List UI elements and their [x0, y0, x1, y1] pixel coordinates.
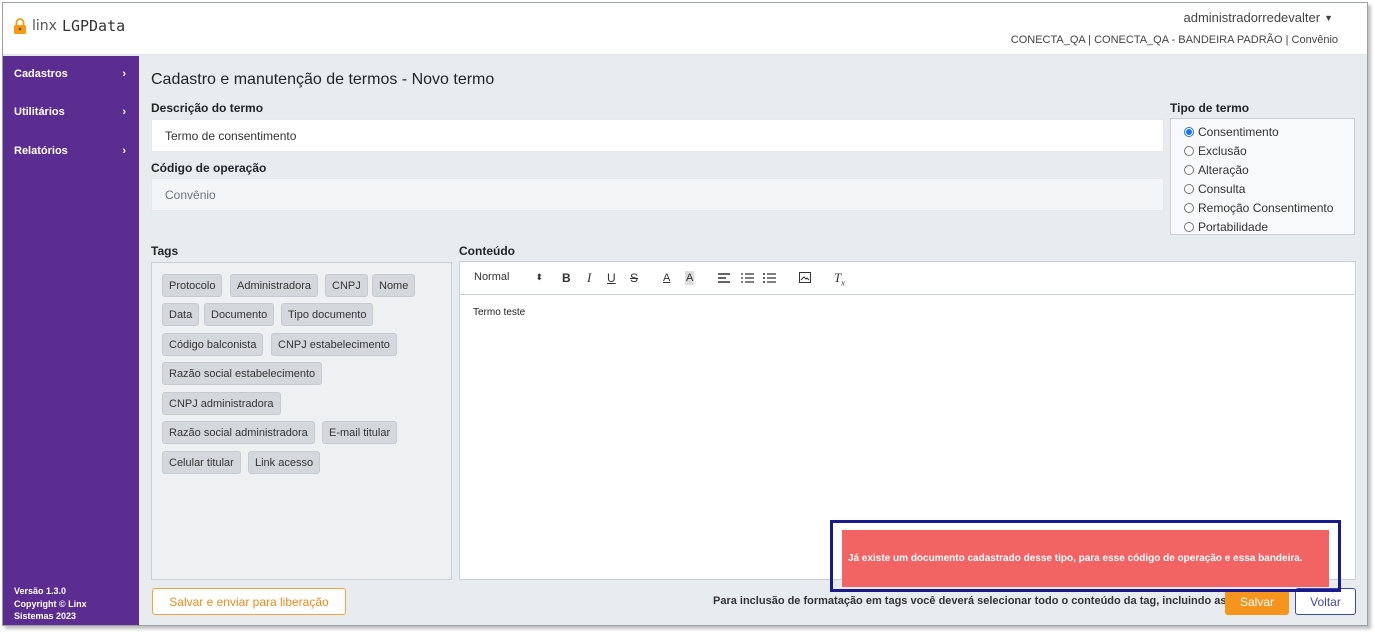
descricao-input[interactable]: Termo de consentimento	[151, 119, 1164, 152]
sidebar-item-label: Relatórios	[14, 145, 68, 157]
app-logo[interactable]: linx LGPData	[13, 17, 125, 35]
bold-icon[interactable]: B	[562, 271, 571, 285]
sidebar-item-label: Utilitários	[14, 106, 65, 118]
tag-chip[interactable]: E-mail titular	[322, 421, 398, 444]
tag-chip[interactable]: Razão social administradora	[162, 421, 315, 444]
codigo-operacao-field: Convênio	[151, 178, 1164, 211]
tag-chip[interactable]: Código balconista	[162, 333, 264, 356]
sidebar-footer: Versão 1.3.0 Copyright © Linx Sistemas 2…	[14, 585, 87, 623]
highlight-color-icon[interactable]: A	[685, 271, 695, 285]
chevron-right-icon: ›	[122, 145, 126, 157]
image-icon[interactable]	[799, 272, 811, 283]
error-toast[interactable]: Já existe um documento cadastrado desse …	[842, 530, 1329, 587]
company-year-text: Sistemas 2023	[14, 611, 77, 621]
radio-consulta[interactable]: Consulta	[1184, 179, 1354, 198]
chevron-down-icon: ▼	[1324, 12, 1333, 23]
brand-prefix: linx	[32, 18, 57, 34]
radio-portabilidade[interactable]: Portabilidade	[1184, 217, 1354, 236]
sidebar-item-label: Cadastros	[14, 68, 68, 80]
align-icon[interactable]	[718, 273, 730, 283]
text-color-icon[interactable]: A	[663, 271, 670, 285]
underline-icon[interactable]: U	[607, 271, 616, 285]
ordered-list-icon[interactable]	[741, 273, 754, 283]
save-and-send-button[interactable]: Salvar e enviar para liberação	[152, 588, 346, 615]
tag-chip[interactable]: Documento	[204, 303, 275, 326]
radio-label: Portabilidade	[1198, 219, 1269, 234]
descricao-label: Descrição do termo	[151, 101, 264, 115]
tag-chip[interactable]: Razão social estabelecimento	[162, 362, 323, 385]
tag-chip[interactable]: Link acesso	[248, 451, 321, 474]
radio-exclusao[interactable]: Exclusão	[1184, 141, 1354, 160]
sidebar: Cadastros › Utilitários › Relatórios › V…	[3, 56, 139, 625]
codigo-label: Código de operação	[151, 161, 267, 175]
radio-icon	[1184, 202, 1194, 213]
conteudo-label: Conteúdo	[459, 244, 515, 258]
bullet-list-icon[interactable]	[763, 273, 776, 283]
radio-remocao-consentimento[interactable]: Remoção Consentimento	[1184, 198, 1354, 217]
format-select-value: Normal	[474, 271, 510, 283]
radio-label: Consulta	[1198, 181, 1246, 196]
editor-content[interactable]: Termo teste	[473, 307, 525, 318]
tags-label: Tags	[151, 244, 179, 258]
select-arrows-icon: ⬍	[535, 271, 543, 282]
sidebar-item-cadastros[interactable]: Cadastros ›	[3, 56, 139, 92]
tag-chip[interactable]: CNPJ	[325, 274, 368, 297]
tag-chip[interactable]: Protocolo	[162, 274, 223, 297]
sidebar-item-relatorios[interactable]: Relatórios ›	[3, 133, 139, 169]
sidebar-item-utilitarios[interactable]: Utilitários ›	[3, 94, 139, 130]
page-title: Cadastro e manutenção de termos - Novo t…	[151, 71, 495, 88]
tag-chip[interactable]: Celular titular	[162, 451, 241, 474]
tag-chip[interactable]: Data	[162, 303, 200, 326]
strikethrough-icon[interactable]: S	[630, 271, 638, 285]
version-text: Versão 1.3.0	[14, 586, 67, 596]
radio-consentimento[interactable]: Consentimento	[1184, 122, 1354, 141]
radio-icon	[1184, 183, 1194, 194]
radio-selected-icon	[1184, 126, 1194, 137]
top-header: linx LGPData administradorredevalter ▼ C…	[3, 3, 1367, 55]
back-button[interactable]: Voltar	[1295, 588, 1356, 615]
save-button[interactable]: Salvar	[1225, 589, 1289, 615]
chevron-right-icon: ›	[122, 106, 126, 118]
tag-chip[interactable]: CNPJ administradora	[162, 392, 281, 415]
radio-icon	[1184, 221, 1194, 232]
radio-label: Alteração	[1198, 162, 1249, 177]
clear-format-icon[interactable]: Tx	[834, 271, 845, 291]
radio-icon	[1184, 145, 1194, 156]
italic-icon[interactable]: I	[587, 271, 591, 285]
tag-chip[interactable]: Nome	[372, 274, 416, 297]
tipo-radio-group: Consentimento Exclusão Alteração Consult…	[1170, 118, 1355, 235]
brand-name: LGPData	[61, 17, 126, 35]
tag-chip[interactable]: Tipo documento	[281, 303, 374, 326]
radio-label: Exclusão	[1198, 143, 1247, 158]
tag-chip[interactable]: CNPJ estabelecimento	[271, 333, 397, 356]
chevron-right-icon: ›	[122, 68, 126, 80]
editor-toolbar: Normal ⬍ B I U S A A Tx	[460, 262, 1355, 295]
format-select[interactable]: Normal ⬍	[474, 271, 543, 283]
tags-format-note: Para inclusão de formatação em tags você…	[713, 595, 1242, 607]
radio-alteracao[interactable]: Alteração	[1184, 160, 1354, 179]
radio-label: Consentimento	[1198, 124, 1279, 139]
context-info: CONECTA_QA | CONECTA_QA - BANDEIRA PADRÃ…	[1010, 34, 1338, 46]
tag-chip[interactable]: Administradora	[230, 274, 318, 297]
copyright-text: Copyright © Linx	[14, 598, 87, 609]
tipo-label: Tipo de termo	[1170, 101, 1250, 115]
radio-label: Remoção Consentimento	[1198, 200, 1334, 215]
user-menu[interactable]: administradorredevalter ▼	[1184, 10, 1334, 25]
tags-panel: Protocolo Administradora CNPJ Nome Data …	[151, 262, 452, 580]
radio-icon	[1184, 164, 1194, 175]
user-name: administradorredevalter	[1183, 10, 1321, 25]
lock-icon	[14, 18, 26, 34]
